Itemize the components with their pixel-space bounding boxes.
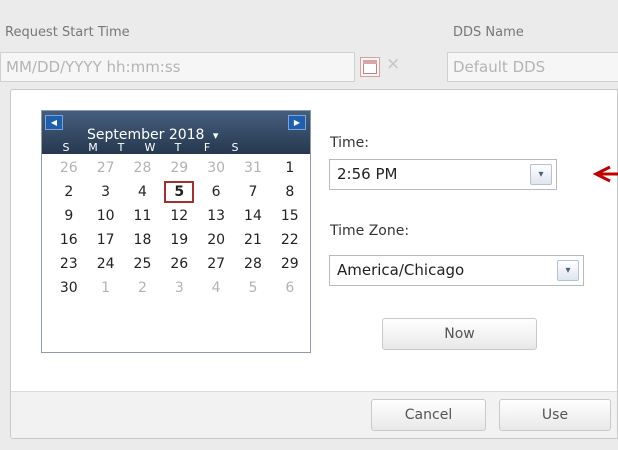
calendar-day[interactable]: 29 bbox=[275, 253, 305, 275]
datetime-picker-dialog: ◀ September 2018 ▾ ▶ SMTWTFS 26 27 28 29 30 3… bbox=[10, 89, 618, 439]
calendar-day[interactable]: 30 bbox=[54, 277, 84, 299]
calendar-day[interactable]: 29 bbox=[164, 157, 194, 179]
calendar-day[interactable]: 12 bbox=[164, 205, 194, 227]
calendar-day[interactable]: 4 bbox=[201, 277, 231, 299]
time-label: Time: bbox=[330, 135, 369, 151]
calendar-day[interactable]: 19 bbox=[164, 229, 194, 251]
calendar-day[interactable]: 25 bbox=[127, 253, 157, 275]
cancel-button[interactable]: Cancel bbox=[371, 399, 486, 431]
now-button[interactable]: Now bbox=[382, 318, 537, 350]
calendar-day[interactable]: 21 bbox=[238, 229, 268, 251]
next-month-button[interactable]: ▶ bbox=[288, 115, 306, 130]
calendar-day[interactable]: 28 bbox=[238, 253, 268, 275]
calendar-day[interactable]: 24 bbox=[91, 253, 121, 275]
calendar-picker-button[interactable] bbox=[360, 57, 380, 77]
request-start-input[interactable]: MM/DD/YYYY hh:mm:ss bbox=[0, 52, 355, 82]
time-dropdown-button[interactable]: ▾ bbox=[530, 164, 552, 185]
calendar-day[interactable]: 20 bbox=[201, 229, 231, 251]
weekday-header: T bbox=[174, 141, 182, 154]
calendar-day[interactable]: 2 bbox=[54, 181, 84, 203]
timezone-label: Time Zone: bbox=[330, 223, 410, 239]
weekday-header: S bbox=[231, 141, 239, 154]
calendar-day[interactable]: 15 bbox=[275, 205, 305, 227]
chevron-left-icon: ◀ bbox=[50, 118, 58, 127]
timezone-value: America/Chicago bbox=[337, 261, 465, 279]
calendar-day[interactable]: 23 bbox=[54, 253, 84, 275]
chevron-down-icon: ▾ bbox=[538, 169, 544, 180]
calendar-day-selected[interactable]: 5 bbox=[164, 181, 195, 203]
time-select[interactable]: 2:56 PM ▾ bbox=[329, 159, 557, 190]
calendar-day[interactable]: 3 bbox=[164, 277, 194, 299]
annotation-arrow-icon bbox=[592, 165, 618, 183]
request-start-label: Request Start Time bbox=[5, 25, 130, 40]
calendar-day[interactable]: 17 bbox=[91, 229, 121, 251]
calendar-day[interactable]: 9 bbox=[54, 205, 84, 227]
weekday-header: T bbox=[117, 141, 125, 154]
dds-name-label: DDS Name bbox=[453, 25, 524, 40]
calendar-day[interactable]: 4 bbox=[127, 181, 157, 203]
dialog-footer: Cancel Use bbox=[11, 391, 617, 438]
calendar-day[interactable]: 7 bbox=[238, 181, 268, 203]
time-value: 2:56 PM bbox=[337, 165, 398, 183]
prev-month-button[interactable]: ◀ bbox=[45, 115, 63, 130]
chevron-right-icon: ▶ bbox=[293, 118, 301, 127]
calendar-day[interactable]: 1 bbox=[91, 277, 121, 299]
weekday-header: W bbox=[144, 141, 156, 154]
calendar-day[interactable]: 16 bbox=[54, 229, 84, 251]
calendar-day[interactable]: 26 bbox=[54, 157, 84, 179]
chevron-down-icon: ▾ bbox=[565, 265, 571, 276]
calendar-day[interactable]: 1 bbox=[275, 157, 305, 179]
weekday-header: M bbox=[88, 141, 98, 154]
calendar-day[interactable]: 10 bbox=[91, 205, 121, 227]
calendar-day[interactable]: 5 bbox=[238, 277, 268, 299]
calendar-day[interactable]: 27 bbox=[201, 253, 231, 275]
weekday-header: S bbox=[62, 141, 70, 154]
calendar-day[interactable]: 22 bbox=[275, 229, 305, 251]
dds-name-input[interactable]: Default DDS bbox=[447, 52, 618, 82]
clear-icon[interactable]: × bbox=[386, 54, 400, 74]
calendar: ◀ September 2018 ▾ ▶ SMTWTFS 26 27 28 29 30 3… bbox=[41, 110, 311, 353]
calendar-day[interactable]: 31 bbox=[238, 157, 268, 179]
calendar-day[interactable]: 3 bbox=[91, 181, 121, 203]
calendar-day[interactable]: 28 bbox=[127, 157, 157, 179]
calendar-day[interactable]: 26 bbox=[164, 253, 194, 275]
calendar-day[interactable]: 27 bbox=[91, 157, 121, 179]
calendar-header: ◀ September 2018 ▾ ▶ SMTWTFS bbox=[42, 111, 310, 154]
calendar-day[interactable]: 14 bbox=[238, 205, 268, 227]
weekday-header: F bbox=[203, 141, 211, 154]
calendar-day[interactable]: 30 bbox=[201, 157, 231, 179]
calendar-day[interactable]: 6 bbox=[201, 181, 231, 203]
calendar-day[interactable]: 8 bbox=[275, 181, 305, 203]
use-button[interactable]: Use bbox=[499, 399, 611, 431]
calendar-day[interactable]: 13 bbox=[201, 205, 231, 227]
timezone-select[interactable]: America/Chicago ▾ bbox=[329, 255, 584, 286]
calendar-icon-header bbox=[363, 60, 377, 64]
calendar-day[interactable]: 2 bbox=[127, 277, 157, 299]
calendar-day[interactable]: 18 bbox=[127, 229, 157, 251]
calendar-day[interactable]: 6 bbox=[275, 277, 305, 299]
timezone-dropdown-button[interactable]: ▾ bbox=[557, 260, 579, 281]
calendar-day[interactable]: 11 bbox=[127, 205, 157, 227]
